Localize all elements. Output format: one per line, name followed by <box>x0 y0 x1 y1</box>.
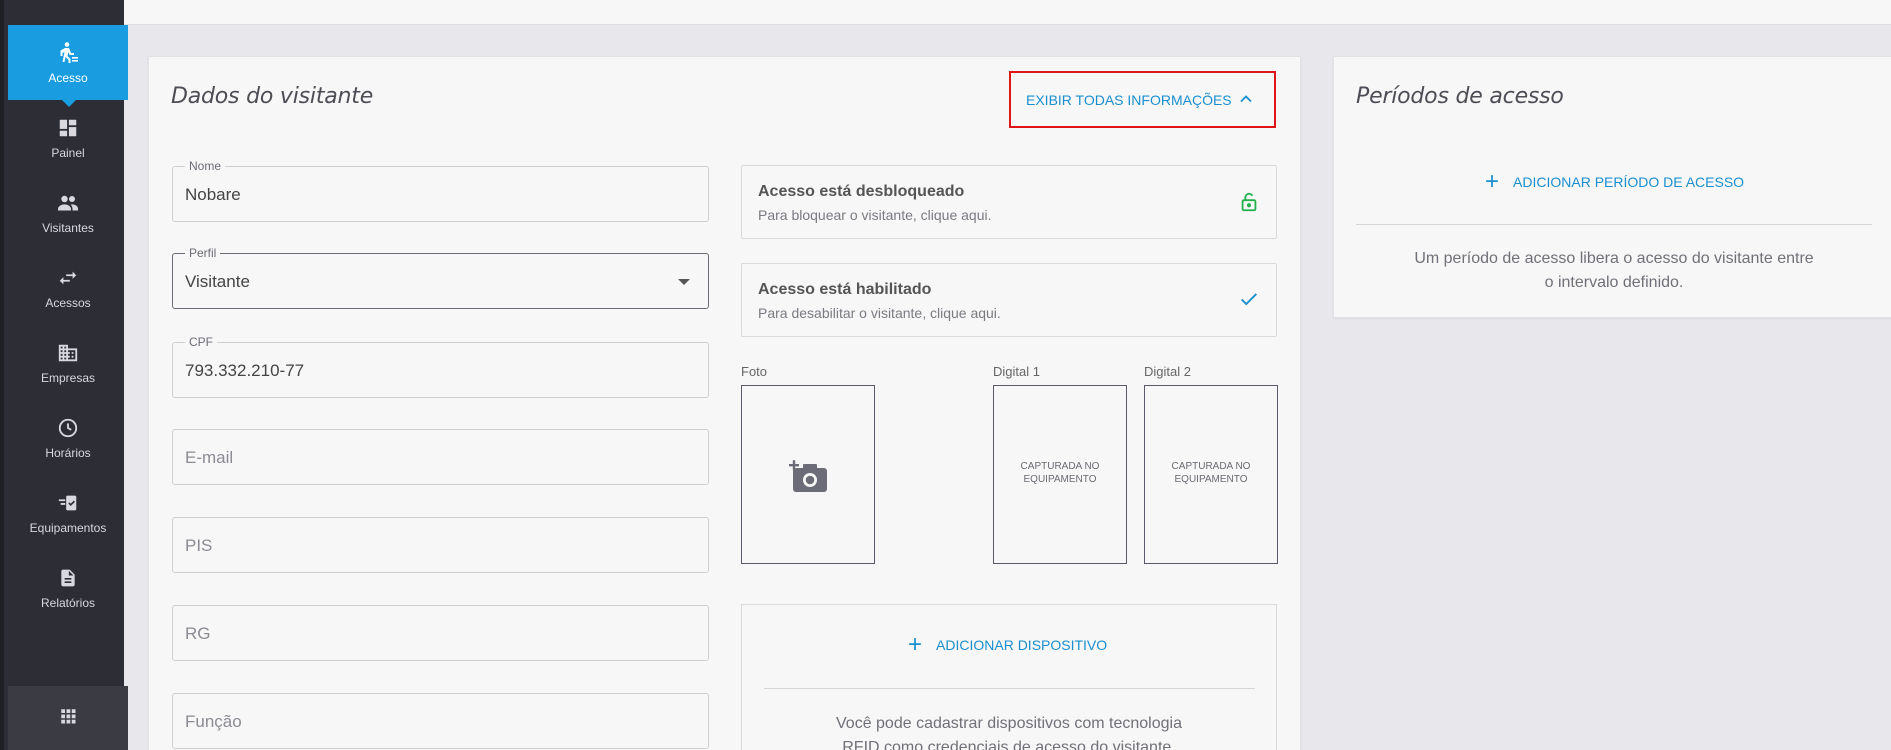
funcao-placeholder: Função <box>185 712 242 731</box>
nome-field[interactable]: Nome Nobare <box>172 159 709 222</box>
digital1-box: CAPTURADA NO EQUIPAMENTO <box>993 385 1127 564</box>
sidebar-item-equipamentos[interactable]: Equipamentos <box>8 475 128 550</box>
cpf-label: CPF <box>185 335 217 349</box>
swap-arrows-icon <box>56 266 80 290</box>
digital2-box: CAPTURADA NO EQUIPAMENTO <box>1144 385 1278 564</box>
sidebar-item-acesso[interactable]: Acesso <box>8 25 128 107</box>
nome-label: Nome <box>185 159 226 173</box>
access-enabled-subtitle: Para desabilitar o visitante, clique aqu… <box>758 305 1001 321</box>
digital1-label: Digital 1 <box>993 364 1040 379</box>
periods-card-title: Períodos de acesso <box>1356 84 1564 109</box>
visitor-card-title: Dados do visitante <box>171 84 374 109</box>
report-icon <box>56 566 80 590</box>
funcao-field[interactable]: Função <box>172 693 709 749</box>
access-unblocked-title: Acesso está desbloqueado <box>758 183 965 200</box>
clock-icon <box>56 416 80 440</box>
people-icon <box>56 191 80 215</box>
top-bar <box>124 0 1891 25</box>
sidebar-item-label: Visitantes <box>42 220 94 235</box>
nome-value: Nobare <box>185 185 241 204</box>
sidebar-item-empresas[interactable]: Empresas <box>8 325 128 400</box>
device-divider <box>764 688 1255 689</box>
sidebar: Acesso Painel Visitantes Acessos Empresa… <box>0 0 128 750</box>
access-enabled-title: Acesso está habilitado <box>758 281 932 298</box>
add-period-button[interactable]: + ADICIONAR PERÍODO DE ACESSO <box>1485 170 1744 194</box>
cpf-field[interactable]: CPF 793.332.210-77 <box>172 335 709 398</box>
sidebar-item-label: Acessos <box>45 295 91 310</box>
pis-placeholder: PIS <box>185 536 213 555</box>
plus-icon: + <box>908 631 923 658</box>
pis-field[interactable]: PIS <box>172 517 709 573</box>
periods-help-text: Um período de acesso libera o acesso do … <box>1414 250 1814 291</box>
add-photo-icon <box>789 458 829 499</box>
add-device-label: ADICIONAR DISPOSITIVO <box>936 637 1108 653</box>
rg-field[interactable]: RG <box>172 605 709 661</box>
building-icon <box>56 341 80 365</box>
show-all-info-button[interactable]: EXIBIR TODAS INFORMAÇÕES <box>1009 71 1276 128</box>
sidebar-item-label: Horários <box>45 445 91 460</box>
perfil-value: Visitante <box>185 272 250 291</box>
dashboard-icon <box>56 116 80 140</box>
dropdown-caret-icon <box>678 279 690 285</box>
rg-placeholder: RG <box>185 624 211 643</box>
email-placeholder: E-mail <box>185 448 234 467</box>
sidebar-item-label: Empresas <box>40 370 96 385</box>
digital2-caption: CAPTURADA NO EQUIPAMENTO <box>1171 461 1251 485</box>
digital1-caption: CAPTURADA NO EQUIPAMENTO <box>1020 461 1100 485</box>
chevron-up-icon <box>1236 89 1256 112</box>
perfil-select[interactable]: Perfil Visitante <box>172 246 709 309</box>
sidebar-item-label: Equipamentos <box>29 520 107 535</box>
sidebar-item-acessos[interactable]: Acessos <box>8 250 128 325</box>
device-icon <box>56 491 80 515</box>
person-walking-icon <box>56 41 80 65</box>
cpf-value: 793.332.210-77 <box>185 361 305 380</box>
plus-icon: + <box>1485 168 1500 195</box>
sidebar-item-relatorios[interactable]: Relatórios <box>8 550 128 625</box>
sidebar-item-label: Relatórios <box>40 595 96 610</box>
add-device-button[interactable]: + ADICIONAR DISPOSITIVO <box>908 633 1107 657</box>
photo-upload-box[interactable] <box>741 385 875 564</box>
periods-divider <box>1356 224 1872 225</box>
access-unblocked-subtitle: Para bloquear o visitante, clique aqui. <box>758 207 992 223</box>
digital2-label: Digital 2 <box>1144 364 1191 379</box>
sidebar-item-visitantes[interactable]: Visitantes <box>8 175 128 250</box>
foto-label: Foto <box>741 364 768 379</box>
access-enabled-toggle[interactable]: Acesso está habilitado Para desabilitar … <box>741 263 1277 337</box>
unlock-icon <box>1238 190 1260 219</box>
sidebar-item-painel[interactable]: Painel <box>8 100 128 175</box>
check-icon <box>1238 288 1260 315</box>
apps-grid-icon <box>59 707 77 730</box>
sidebar-item-label: Painel <box>51 145 85 160</box>
apps-menu-button[interactable] <box>8 686 128 750</box>
perfil-label: Perfil <box>185 246 221 260</box>
show-all-info-label: EXIBIR TODAS INFORMAÇÕES <box>1026 91 1232 108</box>
device-help-text: Você pode cadastrar dispositivos com tec… <box>836 715 1182 750</box>
access-unblocked-toggle[interactable]: Acesso está desbloqueado Para bloquear o… <box>741 165 1277 239</box>
sidebar-item-label: Acesso <box>48 70 88 85</box>
email-field[interactable]: E-mail <box>172 429 709 485</box>
add-period-label: ADICIONAR PERÍODO DE ACESSO <box>1513 174 1745 190</box>
sidebar-item-horarios[interactable]: Horários <box>8 400 128 475</box>
